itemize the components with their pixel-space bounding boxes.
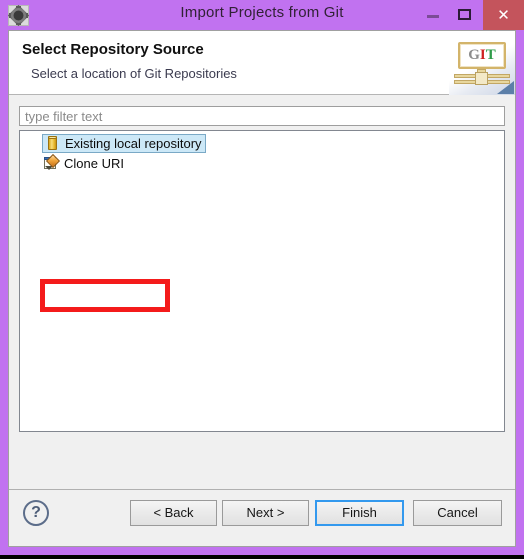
button-bar-separator	[9, 489, 515, 490]
minimize-icon	[427, 15, 439, 18]
next-button[interactable]: Next >	[222, 500, 309, 526]
page-subtitle: Select a location of Git Repositories	[31, 66, 237, 81]
list-item-existing-local-repository[interactable]: Existing local repository	[42, 133, 206, 153]
repository-source-list[interactable]: Existing local repository Clone URI	[19, 130, 505, 432]
help-icon[interactable]: ?	[23, 500, 49, 526]
cancel-button[interactable]: Cancel	[413, 500, 502, 526]
git-logo-icon: GIT	[449, 33, 515, 95]
dialog-body: Select Repository Source Select a locati…	[8, 30, 516, 547]
git-letter-g: G	[468, 47, 480, 63]
git-logo-corner-triangle	[497, 81, 514, 94]
maximize-icon	[458, 9, 471, 20]
list-item-label: Existing local repository	[65, 135, 202, 151]
title-bar: Import Projects from Git ✕	[0, 0, 524, 30]
page-title: Select Repository Source	[22, 41, 204, 58]
red-highlight-annotation	[40, 279, 170, 312]
dialog-header: Select Repository Source Select a locati…	[9, 31, 515, 95]
git-logo-knob	[475, 72, 488, 85]
back-button[interactable]: < Back	[130, 500, 217, 526]
list-item-clone-uri[interactable]: Clone URI	[42, 153, 127, 173]
dialog-window: Import Projects from Git ✕ Select Reposi…	[0, 0, 524, 555]
git-letter-t: T	[485, 47, 496, 63]
list-item-label: Clone URI	[64, 155, 124, 171]
filter-input[interactable]	[19, 106, 505, 126]
git-logo-letters: GIT	[460, 47, 504, 64]
close-icon: ✕	[497, 6, 510, 24]
close-button[interactable]: ✕	[483, 0, 524, 30]
maximize-button[interactable]	[450, 0, 480, 30]
clone-uri-page-pencil-icon	[43, 153, 61, 171]
repository-cylinder-icon	[44, 135, 60, 151]
git-logo-plate: GIT	[458, 42, 506, 69]
finish-button[interactable]: Finish	[315, 500, 404, 526]
minimize-button[interactable]	[418, 0, 448, 30]
